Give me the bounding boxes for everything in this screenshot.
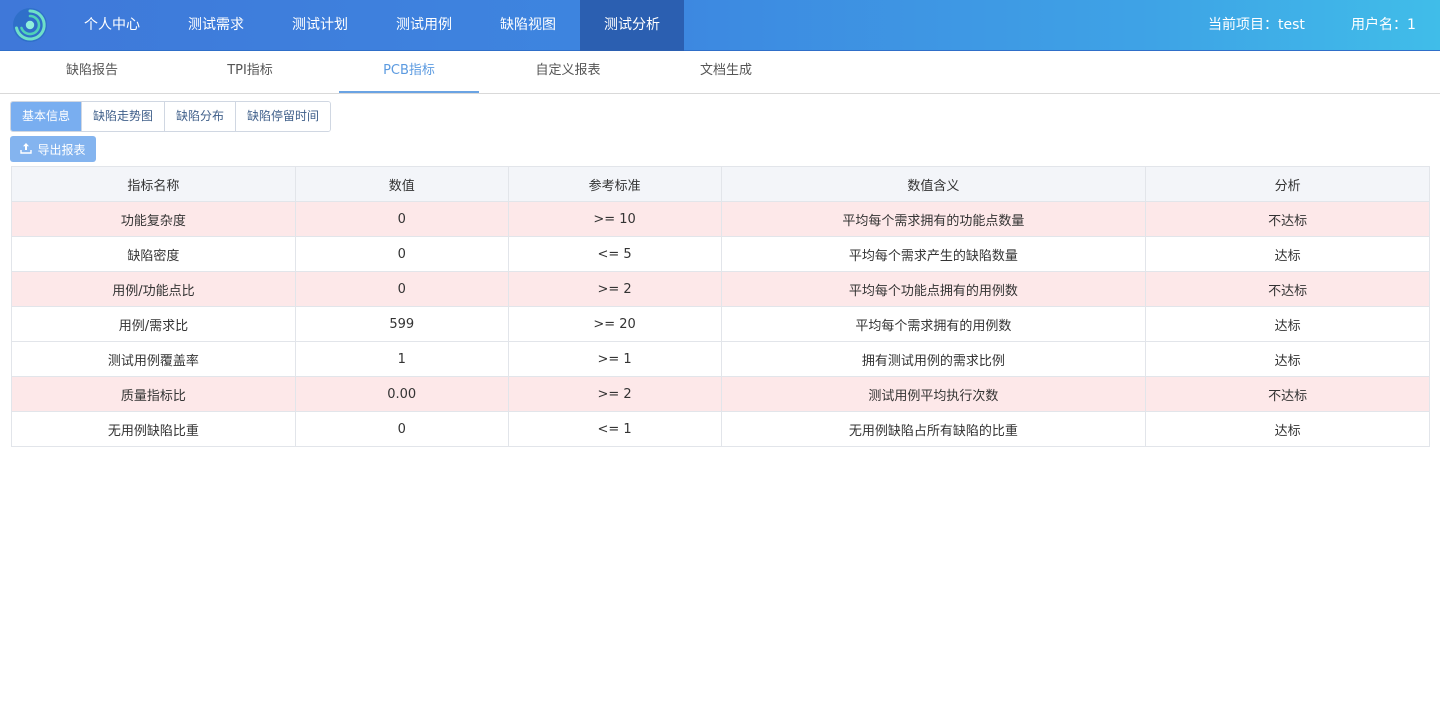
metric-standard-cell: >= 20 bbox=[507, 306, 722, 342]
tab-defect-report[interactable]: 缺陷报告 bbox=[18, 51, 166, 93]
metric-analysis-cell: 达标 bbox=[1145, 411, 1430, 447]
metric-meaning-cell: 拥有测试用例的需求比例 bbox=[720, 341, 1147, 377]
metric-value-cell: 1 bbox=[294, 341, 509, 377]
table-row: 质量指标比 0.00 >= 2 测试用例平均执行次数 不达标 bbox=[11, 376, 1430, 412]
nav-test-analysis[interactable]: 测试分析 bbox=[580, 0, 684, 51]
metric-meaning-cell: 平均每个需求拥有的用例数 bbox=[720, 306, 1147, 342]
pcb-metrics-table: 指标名称 数值 参考标准 数值含义 分析 功能复杂度 0 >= 10 平均每个需… bbox=[11, 166, 1430, 447]
current-user[interactable]: 用户名：1 bbox=[1351, 0, 1416, 51]
metric-value-cell: 0 bbox=[294, 201, 509, 237]
column-header-metric-name: 指标名称 bbox=[11, 166, 296, 202]
current-project[interactable]: 当前项目：test bbox=[1208, 0, 1305, 51]
metric-value-cell: 0.00 bbox=[294, 376, 509, 412]
metric-analysis-cell: 达标 bbox=[1145, 306, 1430, 342]
defect-trend-button[interactable]: 缺陷走势图 bbox=[82, 102, 166, 131]
metric-standard-cell: >= 1 bbox=[507, 341, 722, 377]
nav-personal-center[interactable]: 个人中心 bbox=[60, 0, 164, 51]
metric-meaning-cell: 平均每个功能点拥有的用例数 bbox=[720, 271, 1147, 307]
app-logo-icon[interactable] bbox=[12, 7, 48, 43]
nav-defect-view[interactable]: 缺陷视图 bbox=[476, 0, 580, 51]
column-header-standard: 参考标准 bbox=[507, 166, 722, 202]
basic-info-button[interactable]: 基本信息 bbox=[11, 102, 83, 131]
table-row: 缺陷密度 0 <= 5 平均每个需求产生的缺陷数量 达标 bbox=[11, 236, 1430, 272]
export-report-button[interactable]: 导出报表 bbox=[10, 136, 96, 162]
tab-custom-report[interactable]: 自定义报表 bbox=[498, 51, 638, 93]
metric-meaning-cell: 测试用例平均执行次数 bbox=[720, 376, 1147, 412]
metric-standard-cell: >= 10 bbox=[507, 201, 722, 237]
defect-dwell-time-button[interactable]: 缺陷停留时间 bbox=[236, 102, 331, 131]
metric-value-cell: 0 bbox=[294, 271, 509, 307]
metric-standard-cell: <= 5 bbox=[507, 236, 722, 272]
metric-standard-cell: >= 2 bbox=[507, 376, 722, 412]
metric-name-cell: 用例/需求比 bbox=[11, 306, 296, 342]
metric-analysis-cell: 不达标 bbox=[1145, 271, 1430, 307]
metric-meaning-cell: 平均每个需求拥有的功能点数量 bbox=[720, 201, 1147, 237]
table-row: 无用例缺陷比重 0 <= 1 无用例缺陷占所有缺陷的比重 达标 bbox=[11, 411, 1430, 447]
tab-pcb-metrics[interactable]: PCB指标 bbox=[339, 51, 479, 93]
top-navigation-bar: 个人中心 测试需求 测试计划 测试用例 缺陷视图 测试分析 当前项目：test … bbox=[0, 0, 1440, 51]
metric-analysis-cell: 不达标 bbox=[1145, 376, 1430, 412]
metric-analysis-cell: 达标 bbox=[1145, 236, 1430, 272]
metric-standard-cell: <= 1 bbox=[507, 411, 722, 447]
export-report-label: 导出报表 bbox=[37, 142, 86, 157]
metric-value-cell: 0 bbox=[294, 236, 509, 272]
nav-test-requirements[interactable]: 测试需求 bbox=[164, 0, 268, 51]
metric-name-cell: 质量指标比 bbox=[11, 376, 296, 412]
column-header-analysis: 分析 bbox=[1145, 166, 1430, 202]
metric-value-cell: 599 bbox=[294, 306, 509, 342]
nav-test-cases[interactable]: 测试用例 bbox=[372, 0, 476, 51]
metric-name-cell: 缺陷密度 bbox=[11, 236, 296, 272]
table-row: 测试用例覆盖率 1 >= 1 拥有测试用例的需求比例 达标 bbox=[11, 341, 1430, 377]
metric-name-cell: 功能复杂度 bbox=[11, 201, 296, 237]
metric-name-cell: 用例/功能点比 bbox=[11, 271, 296, 307]
metric-analysis-cell: 不达标 bbox=[1145, 201, 1430, 237]
tab-tpi-metrics[interactable]: TPI指标 bbox=[180, 51, 320, 93]
metric-standard-cell: >= 2 bbox=[507, 271, 722, 307]
table-row: 用例/需求比 599 >= 20 平均每个需求拥有的用例数 达标 bbox=[11, 306, 1430, 342]
defect-distribution-button[interactable]: 缺陷分布 bbox=[165, 102, 237, 131]
metric-name-cell: 测试用例覆盖率 bbox=[11, 341, 296, 377]
analysis-subtabs: 缺陷报告 TPI指标 PCB指标 自定义报表 文档生成 bbox=[0, 51, 1440, 94]
metric-meaning-cell: 平均每个需求产生的缺陷数量 bbox=[720, 236, 1147, 272]
tab-document-generation[interactable]: 文档生成 bbox=[656, 51, 796, 93]
view-button-group: 基本信息 缺陷走势图 缺陷分布 缺陷停留时间 bbox=[10, 101, 332, 132]
main-nav: 个人中心 测试需求 测试计划 测试用例 缺陷视图 测试分析 bbox=[60, 0, 684, 51]
column-header-meaning: 数值含义 bbox=[720, 166, 1147, 202]
metric-value-cell: 0 bbox=[294, 411, 509, 447]
column-header-value: 数值 bbox=[294, 166, 509, 202]
metric-name-cell: 无用例缺陷比重 bbox=[11, 411, 296, 447]
metric-analysis-cell: 达标 bbox=[1145, 341, 1430, 377]
metric-meaning-cell: 无用例缺陷占所有缺陷的比重 bbox=[720, 411, 1147, 447]
upload-icon bbox=[20, 142, 33, 157]
nav-test-plan[interactable]: 测试计划 bbox=[268, 0, 372, 51]
table-row: 用例/功能点比 0 >= 2 平均每个功能点拥有的用例数 不达标 bbox=[11, 271, 1430, 307]
table-row: 功能复杂度 0 >= 10 平均每个需求拥有的功能点数量 不达标 bbox=[11, 201, 1430, 237]
table-header-row: 指标名称 数值 参考标准 数值含义 分析 bbox=[11, 166, 1430, 202]
